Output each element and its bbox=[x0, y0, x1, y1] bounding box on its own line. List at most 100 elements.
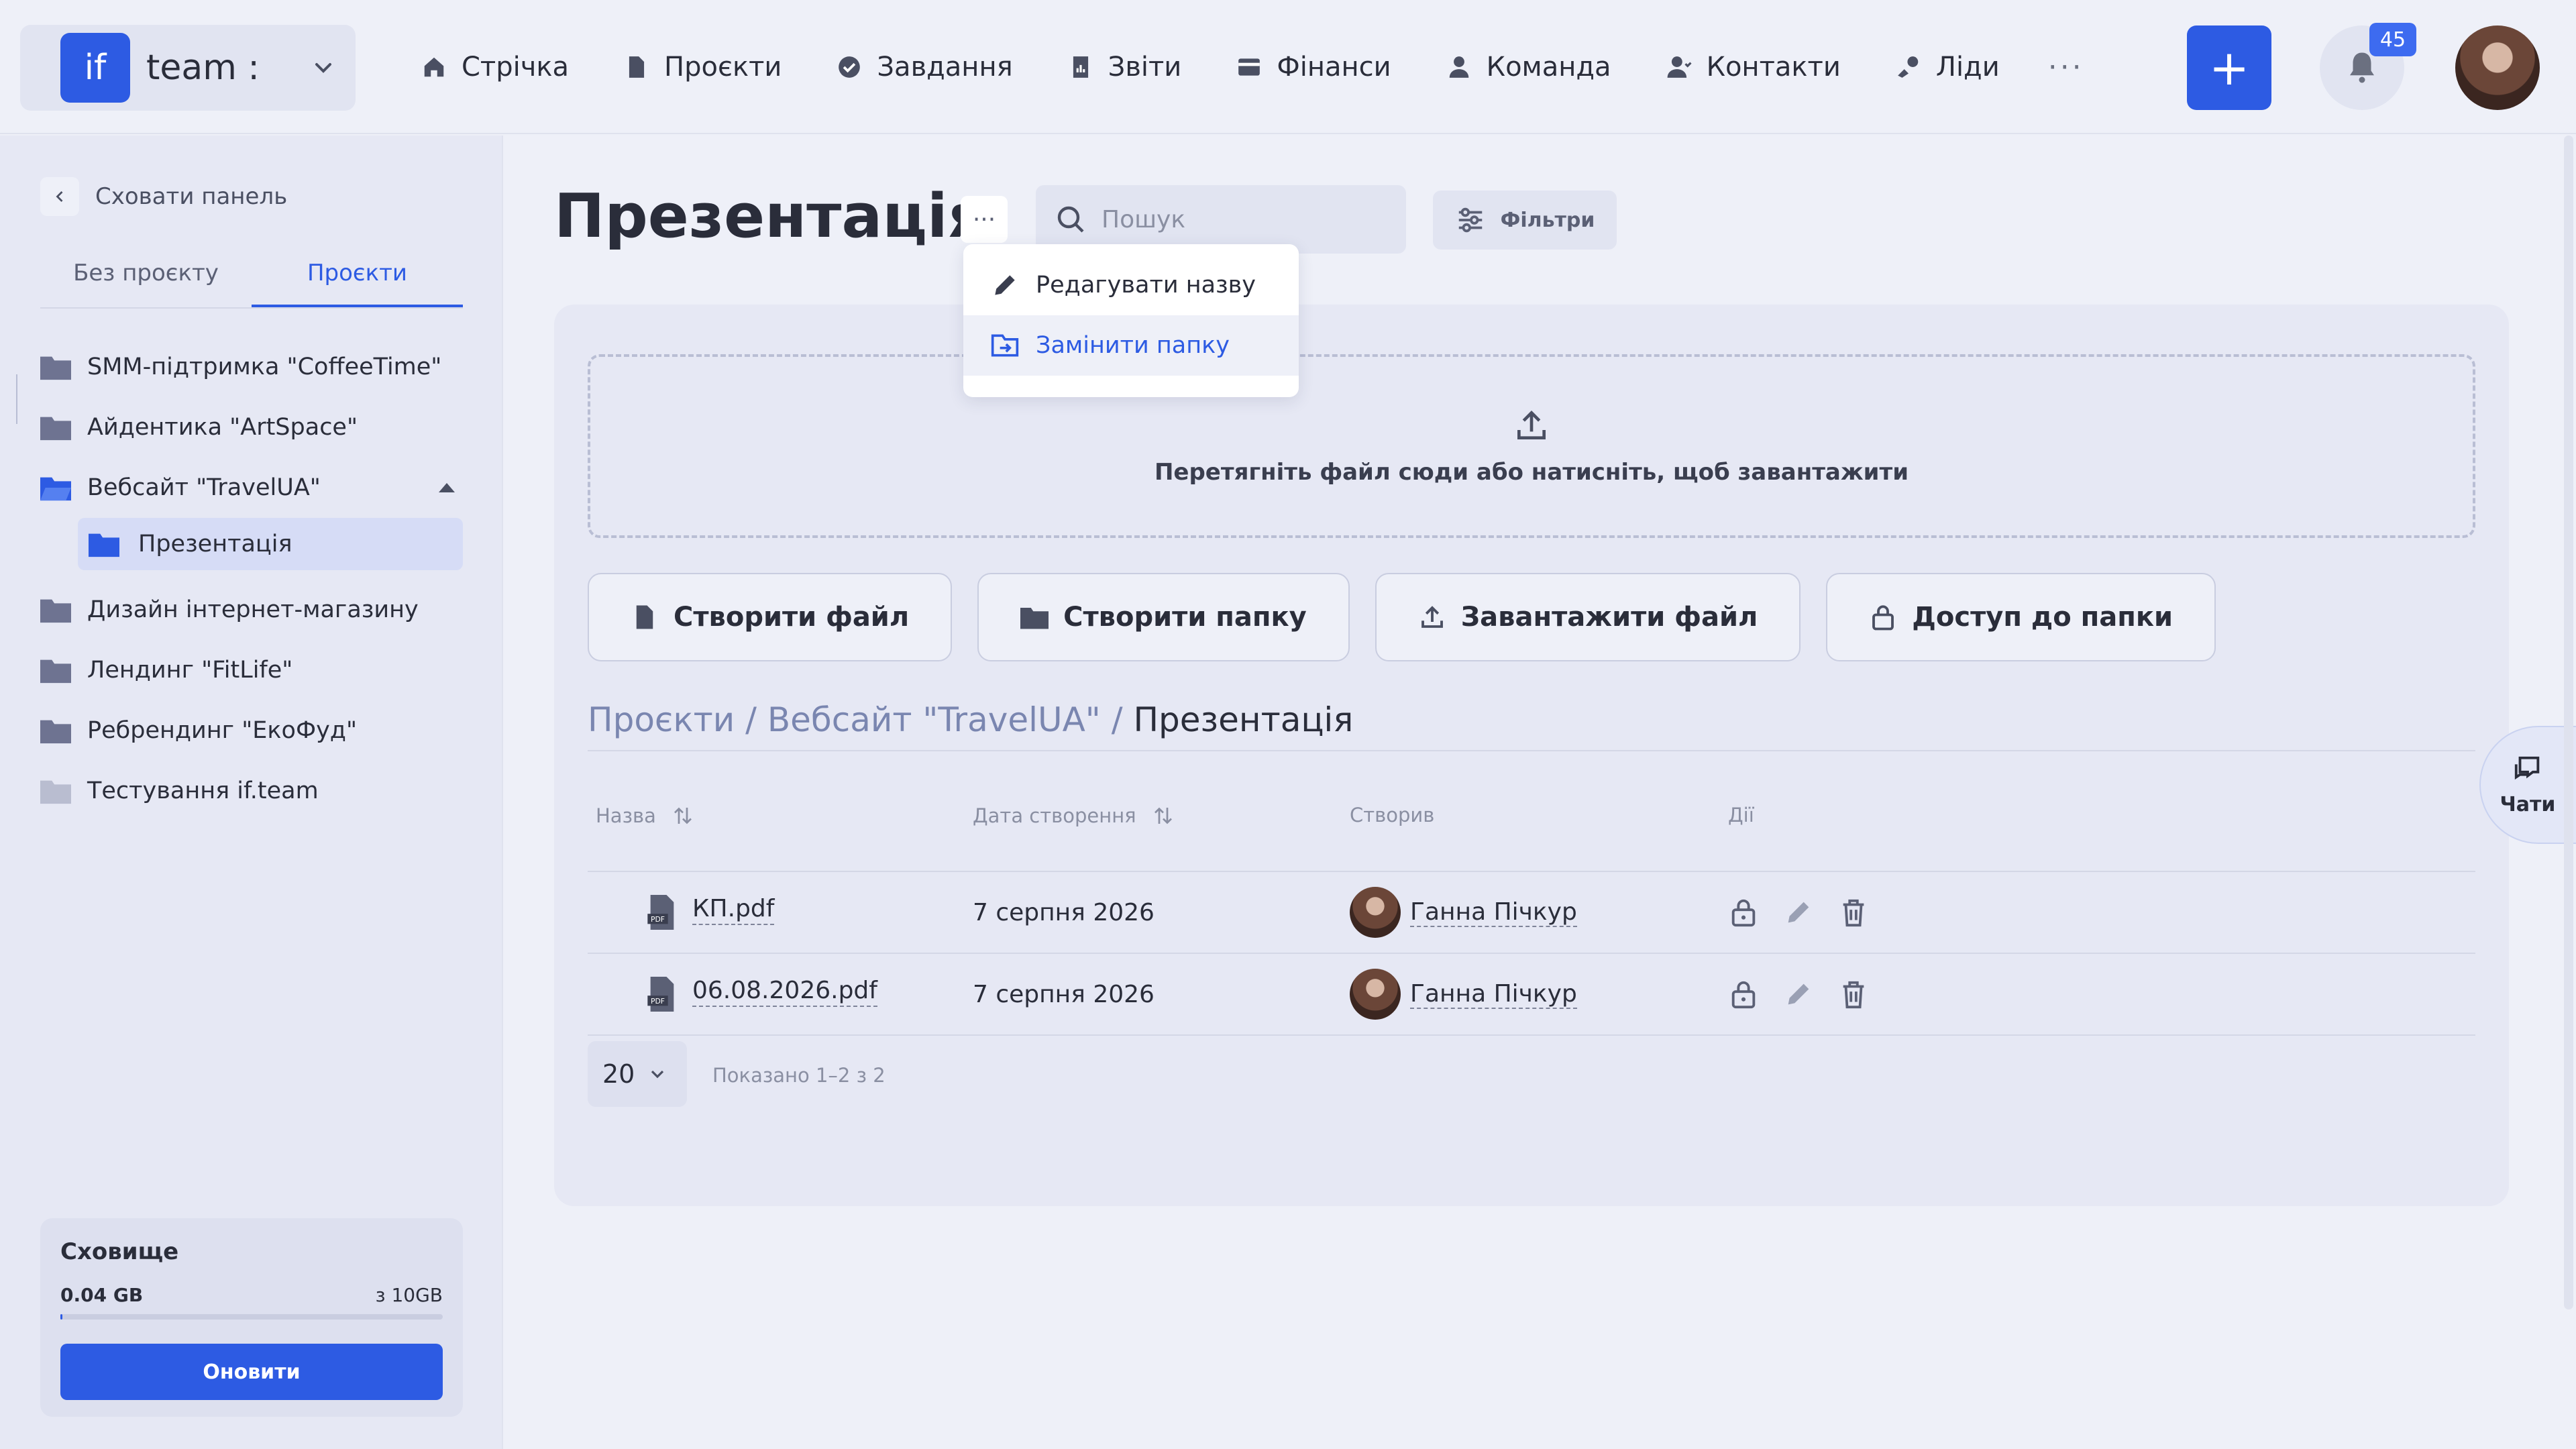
brand-logo: if bbox=[60, 33, 130, 103]
nav-item-tasks[interactable]: Завдання bbox=[837, 52, 1013, 83]
file-name-link[interactable]: КП.pdf bbox=[692, 895, 775, 925]
storage-panel: Сховище 0.04 GB з 10GB Оновити bbox=[40, 1218, 463, 1417]
folder-options-button[interactable]: ··· bbox=[961, 196, 1008, 243]
scrollbar[interactable] bbox=[2564, 136, 2573, 1309]
column-author: Створив bbox=[1350, 804, 1434, 826]
breadcrumb: Проєкти / Вебсайт "TravelUA" / Презентац… bbox=[588, 700, 1353, 739]
author-link[interactable]: Ганна Пічкур bbox=[1410, 898, 1577, 927]
create-folder-button[interactable]: Створити папку bbox=[977, 573, 1350, 661]
menu-item-label: Замінити папку bbox=[1036, 332, 1230, 359]
trash-icon[interactable] bbox=[1838, 897, 1869, 928]
hide-panel-button[interactable]: Сховати панель bbox=[40, 177, 287, 216]
workspace-switcher[interactable]: if team : bbox=[20, 25, 356, 111]
folder-access-button[interactable]: Доступ до папки bbox=[1826, 573, 2216, 661]
column-author-label: Створив bbox=[1350, 804, 1435, 826]
project-label: Ребрендинг "ЕкоФуд" bbox=[87, 717, 358, 744]
lock-icon[interactable] bbox=[1728, 897, 1759, 928]
menu-item-change-folder[interactable]: Замінити папку bbox=[963, 315, 1299, 376]
tab-projects[interactable]: Проєкти bbox=[252, 244, 463, 307]
chevron-down-icon bbox=[651, 1070, 664, 1079]
breadcrumb-path[interactable]: Проєкти / Вебсайт "TravelUA" / bbox=[588, 700, 1133, 739]
folder-icon bbox=[89, 533, 119, 557]
column-name-label: Назва bbox=[596, 804, 656, 827]
table-row[interactable]: PDF КП.pdf 7 серпня 2026 Ганна Пічкур bbox=[588, 872, 2475, 954]
folder-icon bbox=[1020, 608, 1049, 629]
sliders-icon bbox=[1458, 207, 1482, 233]
user-avatar[interactable] bbox=[2455, 25, 2540, 110]
upgrade-button[interactable]: Оновити bbox=[60, 1344, 443, 1400]
create-file-button[interactable]: Створити файл bbox=[588, 573, 953, 661]
sidebar: Сховати панель Без проєкту Проєкти SMM-п… bbox=[0, 136, 503, 1449]
column-actions-label: Дії bbox=[1728, 804, 1754, 826]
file-icon bbox=[629, 56, 645, 78]
chevron-down-icon bbox=[315, 63, 331, 73]
pagination-info: Показано 1–2 з 2 bbox=[712, 1064, 885, 1087]
file-name-link[interactable]: 06.08.2026.pdf bbox=[692, 977, 877, 1007]
created-date: 7 серпня 2026 bbox=[973, 898, 1155, 926]
filters-button[interactable]: Фільтри bbox=[1433, 191, 1617, 250]
menu-item-rename[interactable]: Редагувати назву bbox=[963, 255, 1299, 315]
project-label: Дизайн інтернет-магазину bbox=[87, 596, 419, 623]
search-input[interactable] bbox=[1102, 205, 1390, 233]
folder-actions: Створити файл Створити папку Завантажити… bbox=[588, 573, 2241, 661]
avatar bbox=[1350, 969, 1401, 1020]
nav-label: Фінанси bbox=[1277, 52, 1391, 83]
nav-item-projects[interactable]: Проєкти bbox=[624, 52, 782, 83]
folder-icon bbox=[40, 720, 71, 744]
project-item[interactable]: Лендинг "FitLife" bbox=[40, 640, 463, 700]
lock-icon bbox=[1872, 605, 1894, 631]
nav-label: Звіти bbox=[1108, 52, 1182, 83]
lock-icon[interactable] bbox=[1728, 979, 1759, 1010]
sidebar-tabs: Без проєкту Проєкти bbox=[40, 244, 463, 309]
project-label: Тестування if.team bbox=[87, 777, 319, 804]
svg-text:PDF: PDF bbox=[651, 915, 665, 924]
tab-no-project[interactable]: Без проєкту bbox=[40, 244, 252, 307]
contacts-icon bbox=[1667, 56, 1692, 78]
nav-item-reports[interactable]: Звіти bbox=[1068, 52, 1182, 83]
nav-item-contacts[interactable]: Контакти bbox=[1666, 52, 1841, 83]
top-bar: if team : Стрічка Проєкти Завдання Звіти… bbox=[0, 0, 2576, 134]
project-item[interactable]: Дизайн інтернет-магазину bbox=[40, 580, 463, 640]
project-item[interactable]: Тестування if.team bbox=[40, 761, 463, 821]
project-label: Айдентика "ArtSpace" bbox=[87, 414, 358, 441]
nav-item-finance[interactable]: Фінанси bbox=[1236, 52, 1391, 83]
tree-connector bbox=[16, 374, 17, 424]
avatar bbox=[1350, 887, 1401, 938]
project-item[interactable]: Ребрендинг "ЕкоФуд" bbox=[40, 700, 463, 761]
chats-label: Чати bbox=[2500, 792, 2556, 816]
storage-progress-fill bbox=[60, 1314, 63, 1320]
sort-icon bbox=[674, 807, 692, 824]
project-item[interactable]: Айдентика "ArtSpace" bbox=[40, 397, 463, 458]
project-item-expanded[interactable]: Вебсайт "TravelUA" bbox=[40, 458, 463, 518]
folder-move-icon bbox=[991, 334, 1019, 357]
search-box[interactable] bbox=[1036, 185, 1406, 254]
create-folder-label: Створити папку bbox=[1063, 602, 1307, 633]
edit-icon[interactable] bbox=[1783, 979, 1814, 1010]
project-item[interactable]: SMM-підтримка "CoffeeTime" bbox=[40, 337, 463, 397]
column-name[interactable]: Назва bbox=[596, 804, 695, 828]
table-row[interactable]: PDF 06.08.2026.pdf 7 серпня 2026 Ганна П… bbox=[588, 954, 2475, 1036]
nav-label: Команда bbox=[1486, 52, 1611, 83]
folder-icon bbox=[40, 780, 71, 804]
nav-item-leads[interactable]: Ліди bbox=[1896, 52, 2000, 83]
project-label: Вебсайт "TravelUA" bbox=[87, 474, 321, 501]
create-file-label: Створити файл bbox=[674, 602, 910, 633]
upload-file-button[interactable]: Завантажити файл bbox=[1375, 573, 1801, 661]
pencil-icon bbox=[995, 275, 1015, 295]
add-button[interactable]: + bbox=[2187, 25, 2271, 110]
collapse-caret-icon[interactable] bbox=[439, 483, 455, 492]
column-date[interactable]: Дата створення bbox=[973, 804, 1175, 828]
nav-more-button[interactable]: ··· bbox=[2048, 50, 2084, 85]
nav-item-team[interactable]: Команда bbox=[1446, 52, 1611, 83]
nav-item-feed[interactable]: Стрічка bbox=[421, 52, 569, 83]
trash-icon[interactable] bbox=[1838, 979, 1869, 1010]
page-size-select[interactable]: 20 bbox=[588, 1041, 687, 1107]
storage-used: 0.04 GB bbox=[60, 1284, 144, 1306]
edit-icon[interactable] bbox=[1783, 897, 1814, 928]
folder-item-active[interactable]: Презентація bbox=[78, 518, 463, 570]
upload-file-label: Завантажити файл bbox=[1460, 602, 1758, 633]
project-tree: SMM-підтримка "CoffeeTime" Айдентика "Ar… bbox=[40, 337, 463, 821]
author-link[interactable]: Ганна Пічкур bbox=[1410, 980, 1577, 1009]
upload-dropzone[interactable]: Перетягніть файл сюди або натисніть, щоб… bbox=[588, 354, 2475, 538]
folder-icon bbox=[40, 356, 71, 380]
